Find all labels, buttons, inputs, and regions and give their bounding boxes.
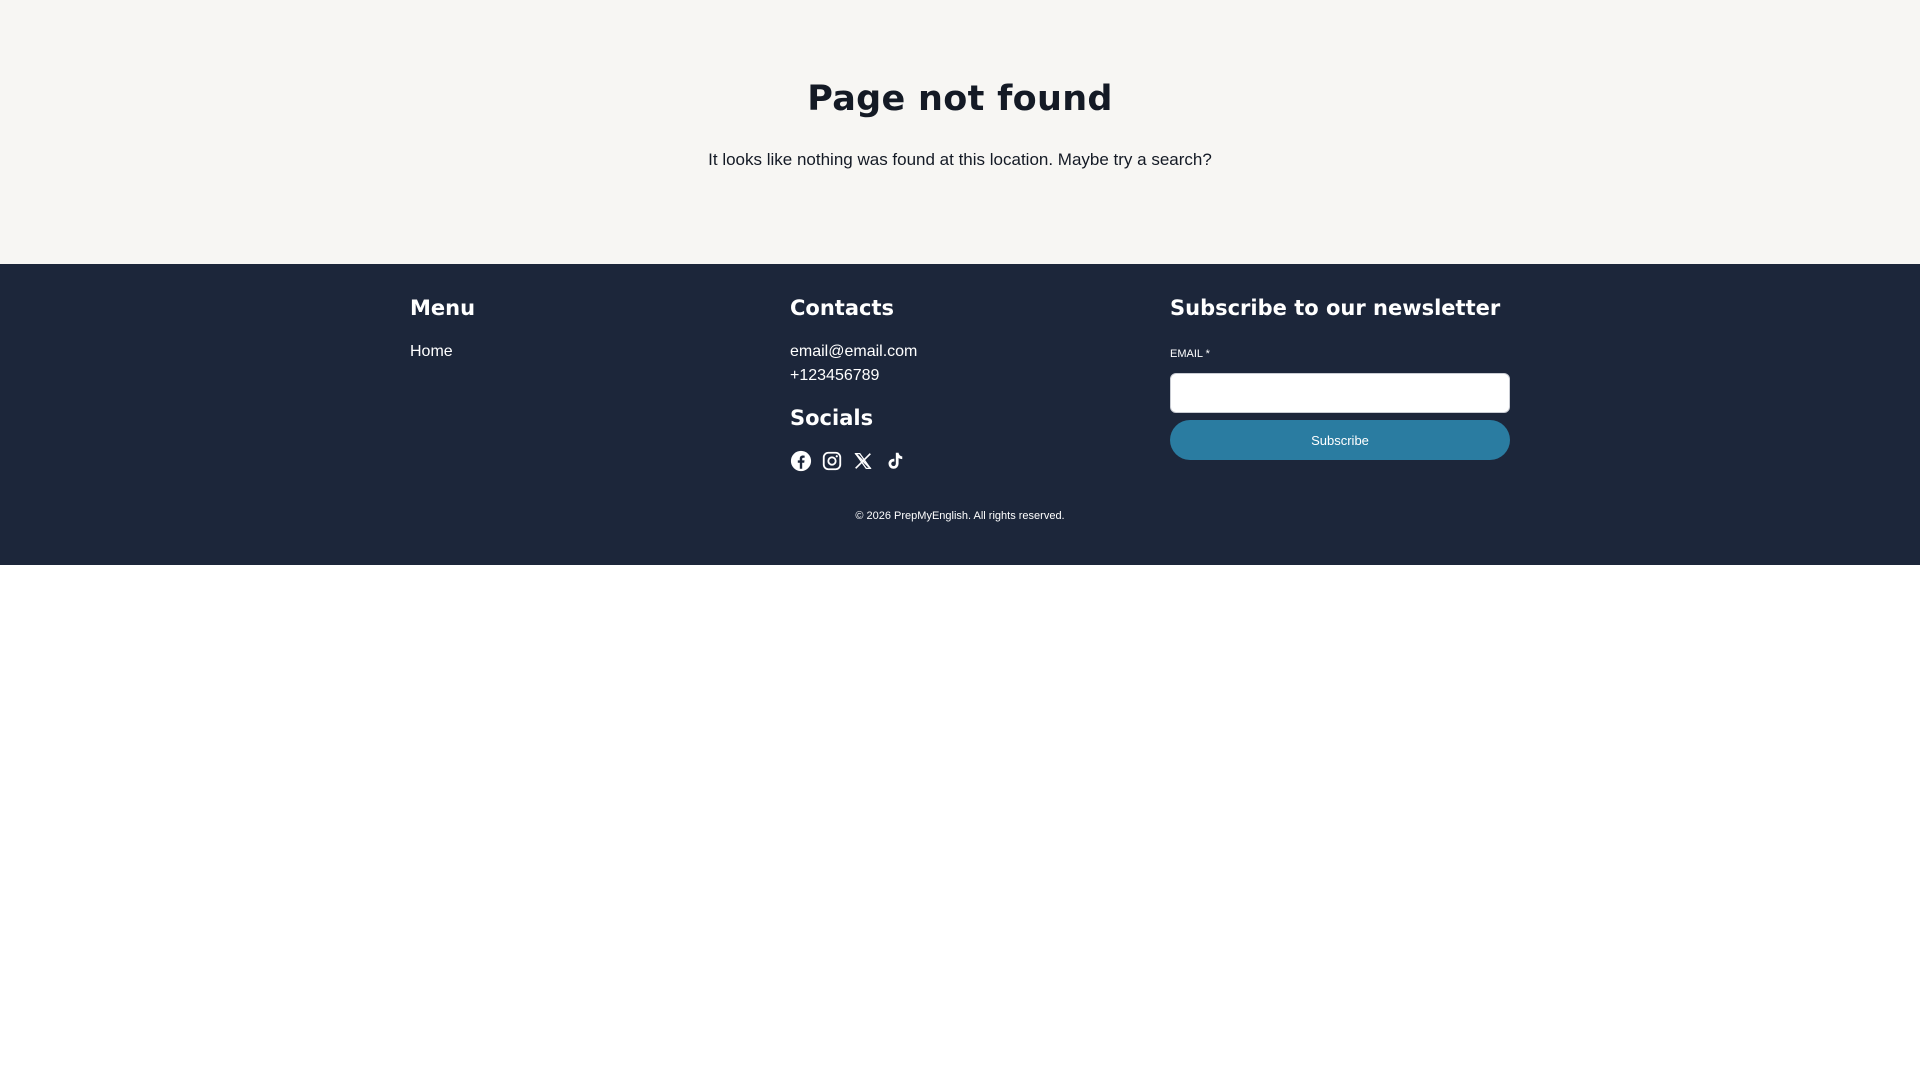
copyright-text: © 2026 PrepMyEnglish. All rights reserve… xyxy=(855,510,1065,522)
menu-link-home[interactable]: Home xyxy=(410,342,453,362)
not-found-message: It looks like nothing was found at this … xyxy=(708,150,1212,169)
site-footer: Menu Home Contacts email@email.com +1234… xyxy=(0,264,1920,565)
subscribe-button[interactable]: Subscribe xyxy=(1170,420,1510,460)
socials-heading: Socials xyxy=(790,406,874,430)
not-found-section: Page not found It looks like nothing was… xyxy=(0,0,1920,264)
instagram-icon[interactable] xyxy=(821,450,843,472)
contact-email-link[interactable]: email@email.com xyxy=(790,342,917,362)
facebook-icon[interactable] xyxy=(790,450,812,472)
menu-heading: Menu xyxy=(410,296,476,320)
email-label: EMAIL * xyxy=(1170,348,1210,360)
contact-phone-link[interactable]: +123456789 xyxy=(790,366,879,386)
x-icon[interactable] xyxy=(852,450,874,472)
newsletter-heading: Subscribe to our newsletter xyxy=(1170,296,1501,320)
page-title: Page not found xyxy=(807,79,1113,119)
newsletter-email-input[interactable] xyxy=(1170,373,1510,413)
tiktok-icon[interactable] xyxy=(883,450,905,472)
contacts-heading: Contacts xyxy=(790,296,894,320)
social-links xyxy=(790,450,905,472)
